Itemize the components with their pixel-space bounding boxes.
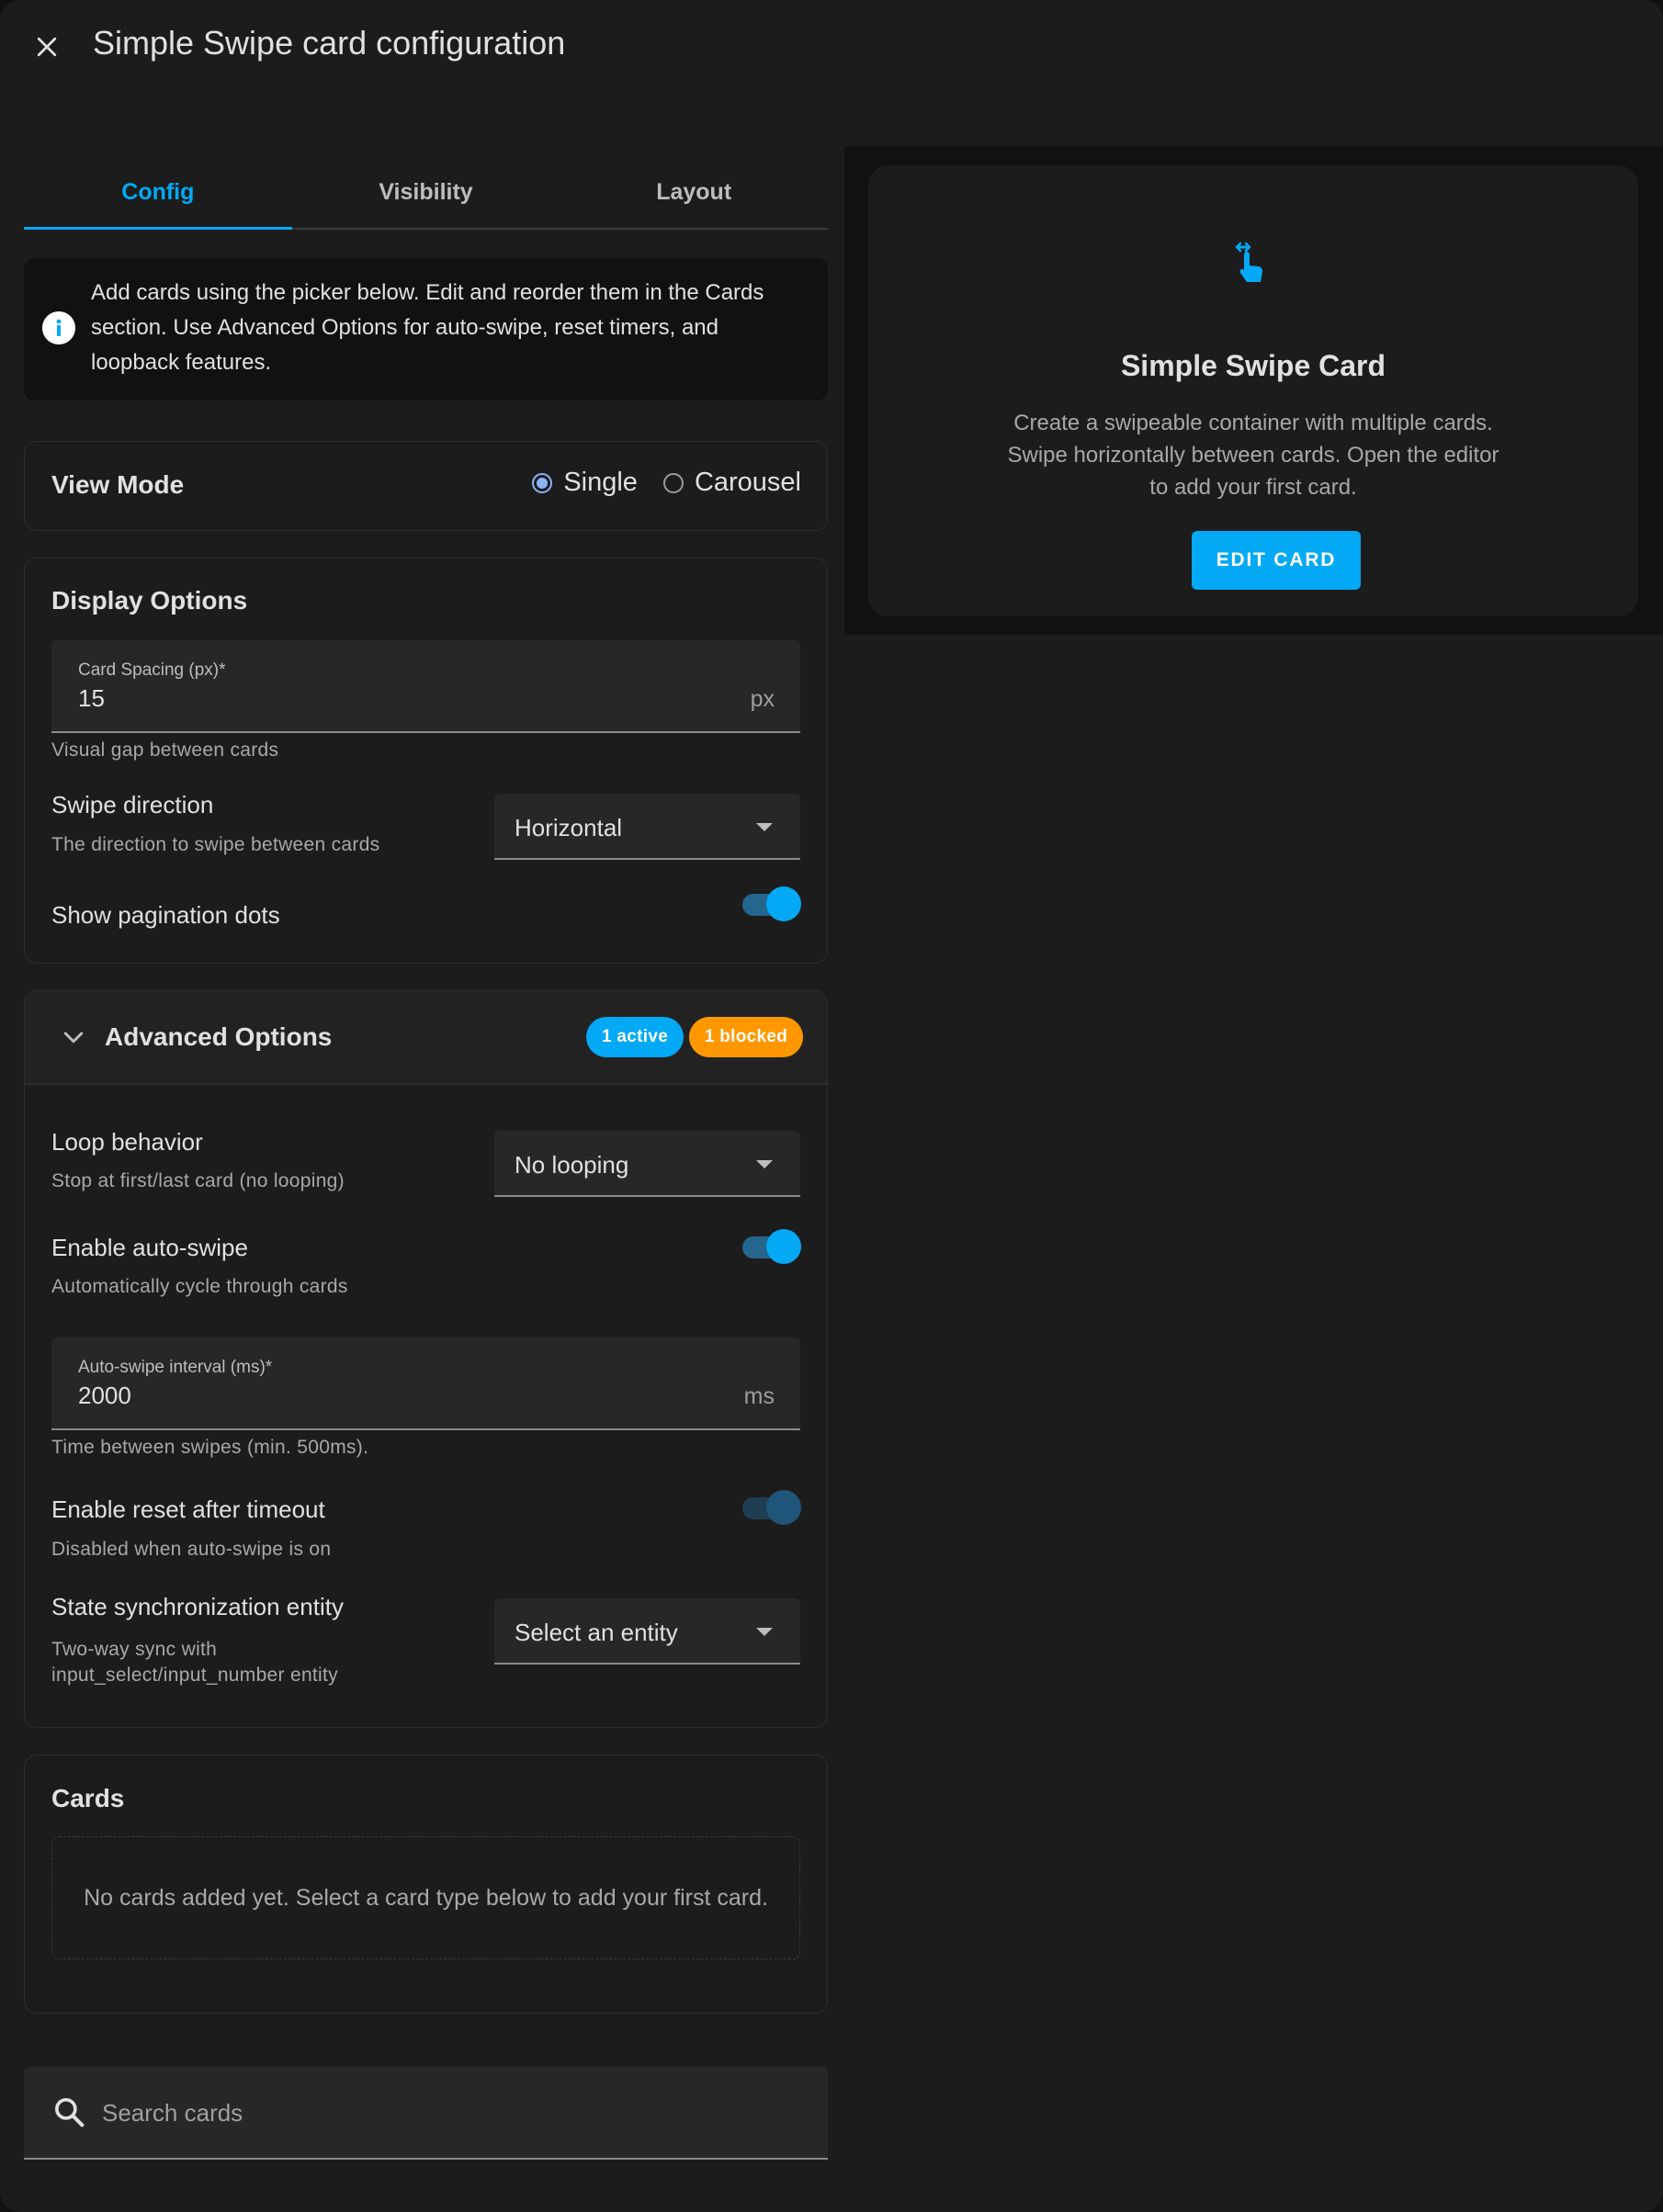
dropdown-arrow-icon [756, 823, 773, 831]
display-options-section: Display Options Card Spacing (px)* 15 px… [24, 558, 828, 964]
auto-swipe-interval-field[interactable]: Auto-swipe interval (ms)* 2000 ms [51, 1337, 800, 1430]
search-input[interactable] [102, 2094, 800, 2131]
preview-title: Simple Swipe Card [1120, 349, 1386, 382]
info-alert: Add cards using the picker below. Edit a… [24, 258, 828, 401]
cards-empty-state: No cards added yet. Select a card type b… [51, 1836, 800, 1959]
radio-single-indicator [532, 472, 553, 493]
state-sync-description-line2: input_select/input_number entity [51, 1665, 338, 1686]
tab-layout[interactable]: Layout [560, 156, 828, 228]
tab-visibility[interactable]: Visibility [292, 156, 560, 228]
dropdown-arrow-icon [756, 1628, 773, 1636]
radio-single-label: Single [563, 468, 638, 497]
swipe-direction-select[interactable]: Horizontal [494, 794, 800, 860]
swipe-direction-label: Swipe direction [51, 791, 214, 818]
state-sync-label: State synchronization entity [51, 1593, 344, 1620]
radio-single[interactable]: Single [532, 468, 638, 498]
close-button[interactable] [24, 24, 70, 70]
advanced-options-title: Advanced Options [105, 1022, 333, 1051]
auto-swipe-label: Enable auto-swipe [51, 1234, 248, 1261]
auto-swipe-interval-helper: Time between swipes (min. 500ms). [51, 1437, 369, 1458]
state-sync-entity-select[interactable]: Select an entity [494, 1598, 800, 1665]
preview-pane: Simple Swipe Card Create a swipeable con… [844, 146, 1663, 635]
edit-card-button[interactable]: EDIT CARD [1192, 531, 1361, 590]
auto-swipe-switch[interactable] [741, 1228, 801, 1265]
reset-timeout-description: Disabled when auto-swipe is on [51, 1539, 332, 1560]
switch-thumb [766, 886, 801, 921]
pagination-dots-label: Show pagination dots [51, 901, 280, 929]
view-mode-radio-group: Single Carousel [532, 468, 801, 498]
loop-behavior-label: Loop behavior [51, 1128, 203, 1156]
auto-swipe-interval-label: Auto-swipe interval (ms)* [78, 1358, 273, 1377]
advanced-options-section: Advanced Options 1 active 1 blocked Loop… [24, 990, 828, 1728]
blocked-badge: 1 blocked [689, 1017, 803, 1057]
swipe-direction-value: Horizontal [515, 814, 623, 841]
swipe-gesture-icon [1235, 242, 1263, 282]
dialog-title: Simple Swipe card configuration [93, 24, 566, 62]
reset-timeout-switch[interactable] [741, 1489, 801, 1526]
loop-behavior-value: No looping [515, 1151, 629, 1179]
search-icon [54, 2098, 85, 2127]
loop-behavior-select[interactable]: No looping [494, 1131, 800, 1197]
chevron-down-icon [63, 1032, 84, 1044]
card-config-dialog: Simple Swipe card configuration Config V… [0, 0, 1663, 2212]
auto-swipe-interval-value: 2000 [78, 1382, 131, 1409]
auto-swipe-interval-suffix: ms [743, 1383, 775, 1409]
cards-title: Cards [51, 1784, 125, 1812]
radio-carousel-indicator [662, 472, 684, 493]
cards-section: Cards No cards added yet. Select a card … [24, 1755, 828, 2014]
active-badge: 1 active [586, 1017, 684, 1057]
tab-config[interactable]: Config [24, 156, 292, 230]
auto-swipe-description: Automatically cycle through cards [51, 1276, 348, 1297]
close-icon [37, 37, 57, 57]
info-icon [42, 311, 75, 344]
search-cards-field[interactable] [24, 2067, 828, 2160]
tab-bar: Config Visibility Layout [24, 156, 828, 230]
radio-carousel[interactable]: Carousel [662, 468, 801, 498]
switch-thumb [766, 1229, 801, 1264]
swipe-direction-description: The direction to swipe between cards [51, 834, 380, 855]
preview-description: Create a swipeable container with multip… [1007, 411, 1499, 500]
reset-timeout-label: Enable reset after timeout [51, 1495, 325, 1523]
card-spacing-helper: Visual gap between cards [51, 739, 279, 761]
display-options-title: Display Options [51, 586, 248, 615]
preview-card: Simple Swipe Card Create a swipeable con… [868, 165, 1638, 616]
view-mode-title: View Mode [51, 470, 185, 499]
info-text: Add cards using the picker below. Edit a… [91, 280, 764, 375]
card-spacing-value: 15 [78, 684, 105, 712]
state-sync-entity-value: Select an entity [515, 1619, 678, 1646]
card-spacing-label: Card Spacing (px)* [78, 660, 226, 680]
loop-behavior-description: Stop at first/last card (no looping) [51, 1170, 345, 1191]
pagination-dots-switch[interactable] [741, 886, 801, 922]
state-sync-description-line1: Two-way sync with [51, 1639, 218, 1660]
advanced-options-header[interactable]: Advanced Options 1 active 1 blocked [25, 991, 827, 1085]
view-mode-section: View Mode Single Carousel [24, 441, 828, 531]
dropdown-arrow-icon [756, 1160, 773, 1168]
card-spacing-field[interactable]: Card Spacing (px)* 15 px [51, 640, 800, 733]
switch-thumb [766, 1490, 801, 1525]
card-spacing-suffix: px [750, 686, 775, 712]
radio-carousel-label: Carousel [694, 468, 801, 497]
